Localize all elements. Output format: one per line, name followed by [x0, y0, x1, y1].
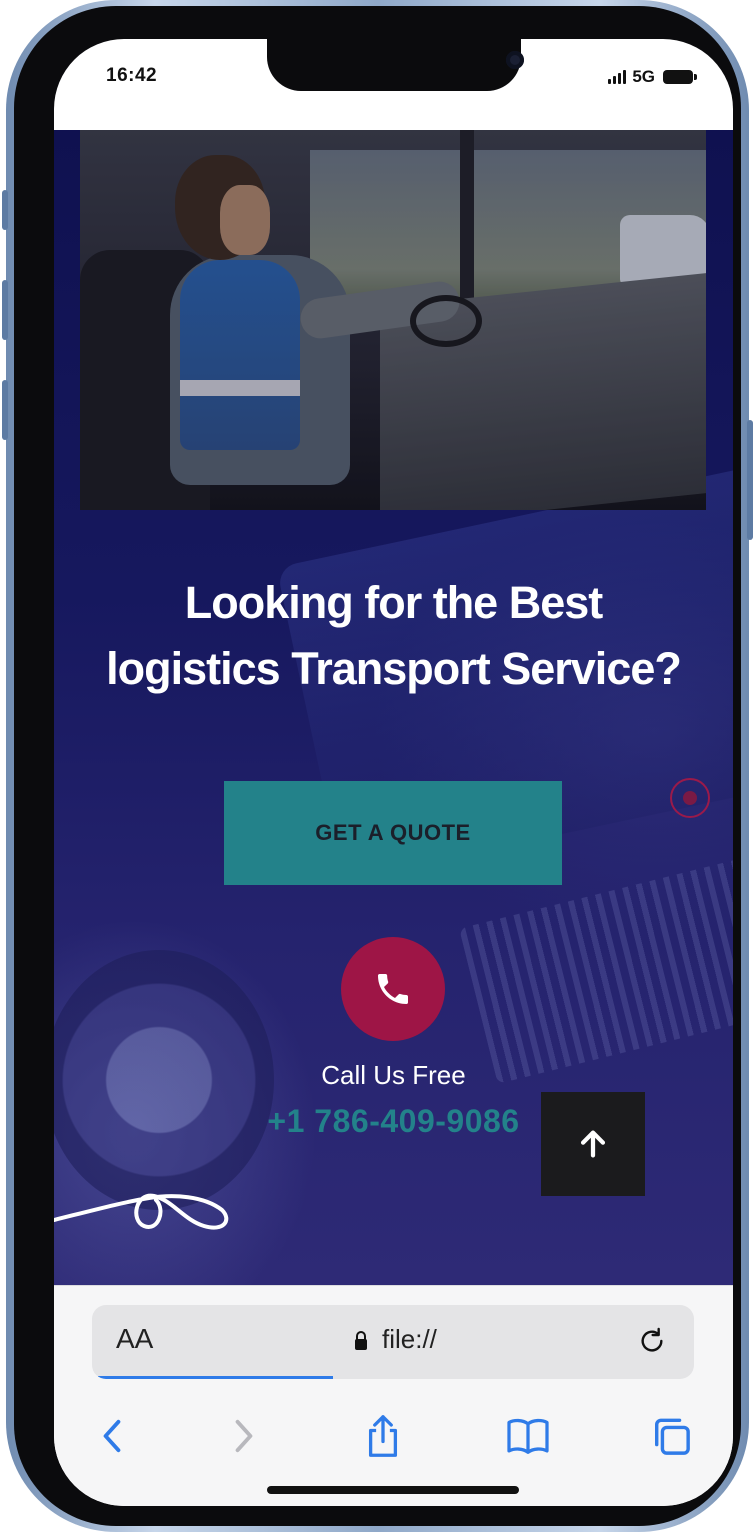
truck-steps-background	[459, 856, 733, 1084]
text-size-button[interactable]: AA	[116, 1323, 153, 1355]
share-icon	[368, 1415, 398, 1457]
camera-icon	[506, 51, 524, 69]
address-bar[interactable]: AA file://	[92, 1305, 694, 1379]
url-text[interactable]: file://	[382, 1324, 437, 1355]
signal-icon	[608, 70, 627, 84]
mute-switch	[2, 190, 8, 230]
volume-up-button	[2, 280, 8, 340]
bookmarks-button[interactable]	[498, 1406, 558, 1466]
call-label: Call Us Free	[321, 1060, 466, 1090]
scroll-to-top-button[interactable]	[541, 1092, 645, 1196]
decorative-ring-icon	[670, 778, 710, 818]
browser-toolbar	[54, 1406, 733, 1476]
notch	[267, 39, 524, 91]
driver-photo	[80, 130, 706, 510]
lock-icon	[355, 1331, 367, 1350]
home-indicator	[267, 1486, 519, 1494]
arrow-up-icon	[580, 1130, 606, 1158]
reload-icon[interactable]	[636, 1325, 668, 1357]
share-button[interactable]	[353, 1406, 413, 1466]
chevron-right-icon	[235, 1419, 253, 1453]
phone-frame: 16:42 5G Looking for the Best logistics …	[2, 0, 753, 1532]
load-progress-bar	[98, 1376, 333, 1379]
headline-line-2: logistics Transport Service?	[106, 643, 682, 694]
chevron-left-icon	[103, 1419, 121, 1453]
text-size-label: AA	[116, 1323, 154, 1354]
hero-section: Looking for the Best logistics Transport…	[54, 130, 733, 1285]
status-indicators: 5G	[608, 67, 697, 87]
phone-icon	[378, 974, 408, 1004]
browser-chrome: AA file://	[54, 1285, 733, 1506]
book-icon	[507, 1418, 549, 1454]
status-time: 16:42	[106, 65, 158, 86]
screen: 16:42 5G Looking for the Best logistics …	[54, 39, 733, 1506]
network-label: 5G	[632, 67, 655, 86]
phone-bezel: 16:42 5G Looking for the Best logistics …	[14, 6, 741, 1526]
back-button[interactable]	[82, 1406, 142, 1466]
call-button[interactable]	[341, 937, 445, 1041]
get-quote-button[interactable]: GET A QUOTE	[224, 781, 562, 885]
headline-line-1: Looking for the Best	[184, 577, 604, 628]
tabs-button[interactable]	[641, 1406, 701, 1466]
forward-button[interactable]	[214, 1406, 274, 1466]
swirl-decoration	[54, 1193, 229, 1230]
tabs-icon	[655, 1418, 690, 1455]
volume-down-button	[2, 380, 8, 440]
battery-icon	[663, 70, 697, 84]
power-button	[747, 420, 753, 540]
hero-headline: Looking for the Best logistics Transport…	[54, 570, 733, 702]
